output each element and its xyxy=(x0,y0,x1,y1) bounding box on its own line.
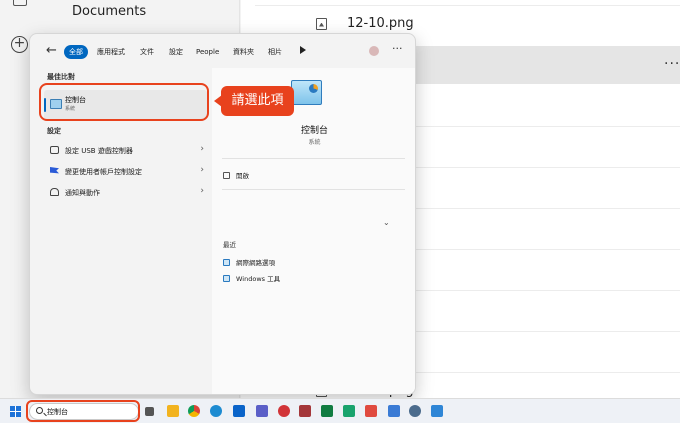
open-action[interactable]: 開啟 xyxy=(223,170,249,180)
app-icon[interactable] xyxy=(278,405,290,417)
chrome-icon[interactable] xyxy=(188,405,200,417)
recent-item-label: 網際網路選項 xyxy=(236,259,275,267)
tab-documents[interactable]: 文件 xyxy=(140,45,154,59)
preview-title: 控制台 xyxy=(300,126,328,136)
windows-start-icon[interactable] xyxy=(10,406,21,417)
edge-icon[interactable] xyxy=(210,405,222,417)
settings-heading: 設定 xyxy=(47,127,61,135)
settings-gear-icon[interactable] xyxy=(409,405,421,417)
teams-icon[interactable] xyxy=(256,405,268,417)
settings-item-uac[interactable]: 變更使用者帳戶控制設定 › xyxy=(44,161,204,181)
snipping-tool-icon[interactable] xyxy=(365,405,377,417)
settings-item-label: 通知與動作 xyxy=(65,189,100,197)
bell-icon xyxy=(50,188,59,196)
flag-icon xyxy=(50,167,59,174)
internet-options-icon xyxy=(223,258,230,266)
back-arrow-icon[interactable]: ← xyxy=(46,43,57,58)
usb-icon xyxy=(50,146,59,154)
tab-folders[interactable]: 資料夾 xyxy=(233,45,254,59)
chevron-right-icon: › xyxy=(200,186,204,196)
best-match-heading: 最佳比對 xyxy=(47,73,75,81)
photos-icon[interactable] xyxy=(431,405,443,417)
image-file-icon xyxy=(316,17,327,30)
list-icon xyxy=(13,0,27,6)
app-icon[interactable] xyxy=(343,405,355,417)
more-options-icon[interactable]: ··· xyxy=(392,42,403,55)
outlook-icon[interactable] xyxy=(233,405,245,417)
recent-heading: 最近 xyxy=(223,241,236,249)
notepad-icon[interactable] xyxy=(388,405,400,417)
powerpoint-icon[interactable] xyxy=(299,405,311,417)
settings-item-usb-controller[interactable]: 設定 USB 遊戲控制器 › xyxy=(44,140,204,160)
tab-settings[interactable]: 設定 xyxy=(169,45,183,59)
open-external-icon xyxy=(223,171,230,179)
windows-tools-icon xyxy=(223,274,230,282)
add-icon[interactable]: + xyxy=(11,36,28,53)
tab-people[interactable]: People xyxy=(196,45,219,59)
file-row[interactable]: 12-10.png xyxy=(316,16,414,31)
chevron-right-icon: › xyxy=(200,144,204,154)
divider xyxy=(222,189,405,190)
control-panel-large-icon xyxy=(291,80,322,105)
file-name: 12-10.png xyxy=(347,16,414,31)
chevron-down-icon[interactable]: ⌄ xyxy=(383,218,390,227)
settings-item-notifications[interactable]: 通知與動作 › xyxy=(44,182,204,202)
search-box-highlight xyxy=(26,400,140,422)
recent-item[interactable]: 網際網路選項 xyxy=(223,257,275,267)
tab-all[interactable]: 全部 xyxy=(64,45,88,59)
nav-item-documents[interactable]: Documents xyxy=(72,4,146,19)
recent-item-label: Windows 工具 xyxy=(236,275,281,283)
search-filter-tabs: ← 全部 應用程式 文件 設定 People 資料夾 相片 ··· xyxy=(30,34,415,68)
file-explorer-icon[interactable] xyxy=(167,405,179,417)
chevron-right-icon: › xyxy=(200,165,204,175)
task-view-icon[interactable] xyxy=(145,407,154,416)
instruction-callout: 請選此項 xyxy=(214,86,294,116)
more-options-icon[interactable]: ··· xyxy=(664,56,680,72)
settings-item-label: 設定 USB 遊戲控制器 xyxy=(65,147,133,155)
tab-photos[interactable]: 相片 xyxy=(268,45,282,59)
open-label: 開啟 xyxy=(236,172,249,180)
selected-row[interactable] xyxy=(416,46,680,84)
preview-pane: 控制台 系統 開啟 ⌄ 最近 網際網路選項 Windows 工具 xyxy=(212,68,415,394)
more-tabs-arrow-icon[interactable] xyxy=(300,46,306,54)
recent-item[interactable]: Windows 工具 xyxy=(223,273,280,283)
tab-apps[interactable]: 應用程式 xyxy=(97,45,125,59)
preview-subtitle: 系統 xyxy=(308,139,321,146)
excel-icon[interactable] xyxy=(321,405,333,417)
best-match-highlight xyxy=(39,83,209,121)
user-avatar-icon[interactable] xyxy=(369,46,379,56)
row-divider xyxy=(255,5,680,6)
divider xyxy=(222,158,405,159)
settings-item-label: 變更使用者帳戶控制設定 xyxy=(65,168,142,176)
